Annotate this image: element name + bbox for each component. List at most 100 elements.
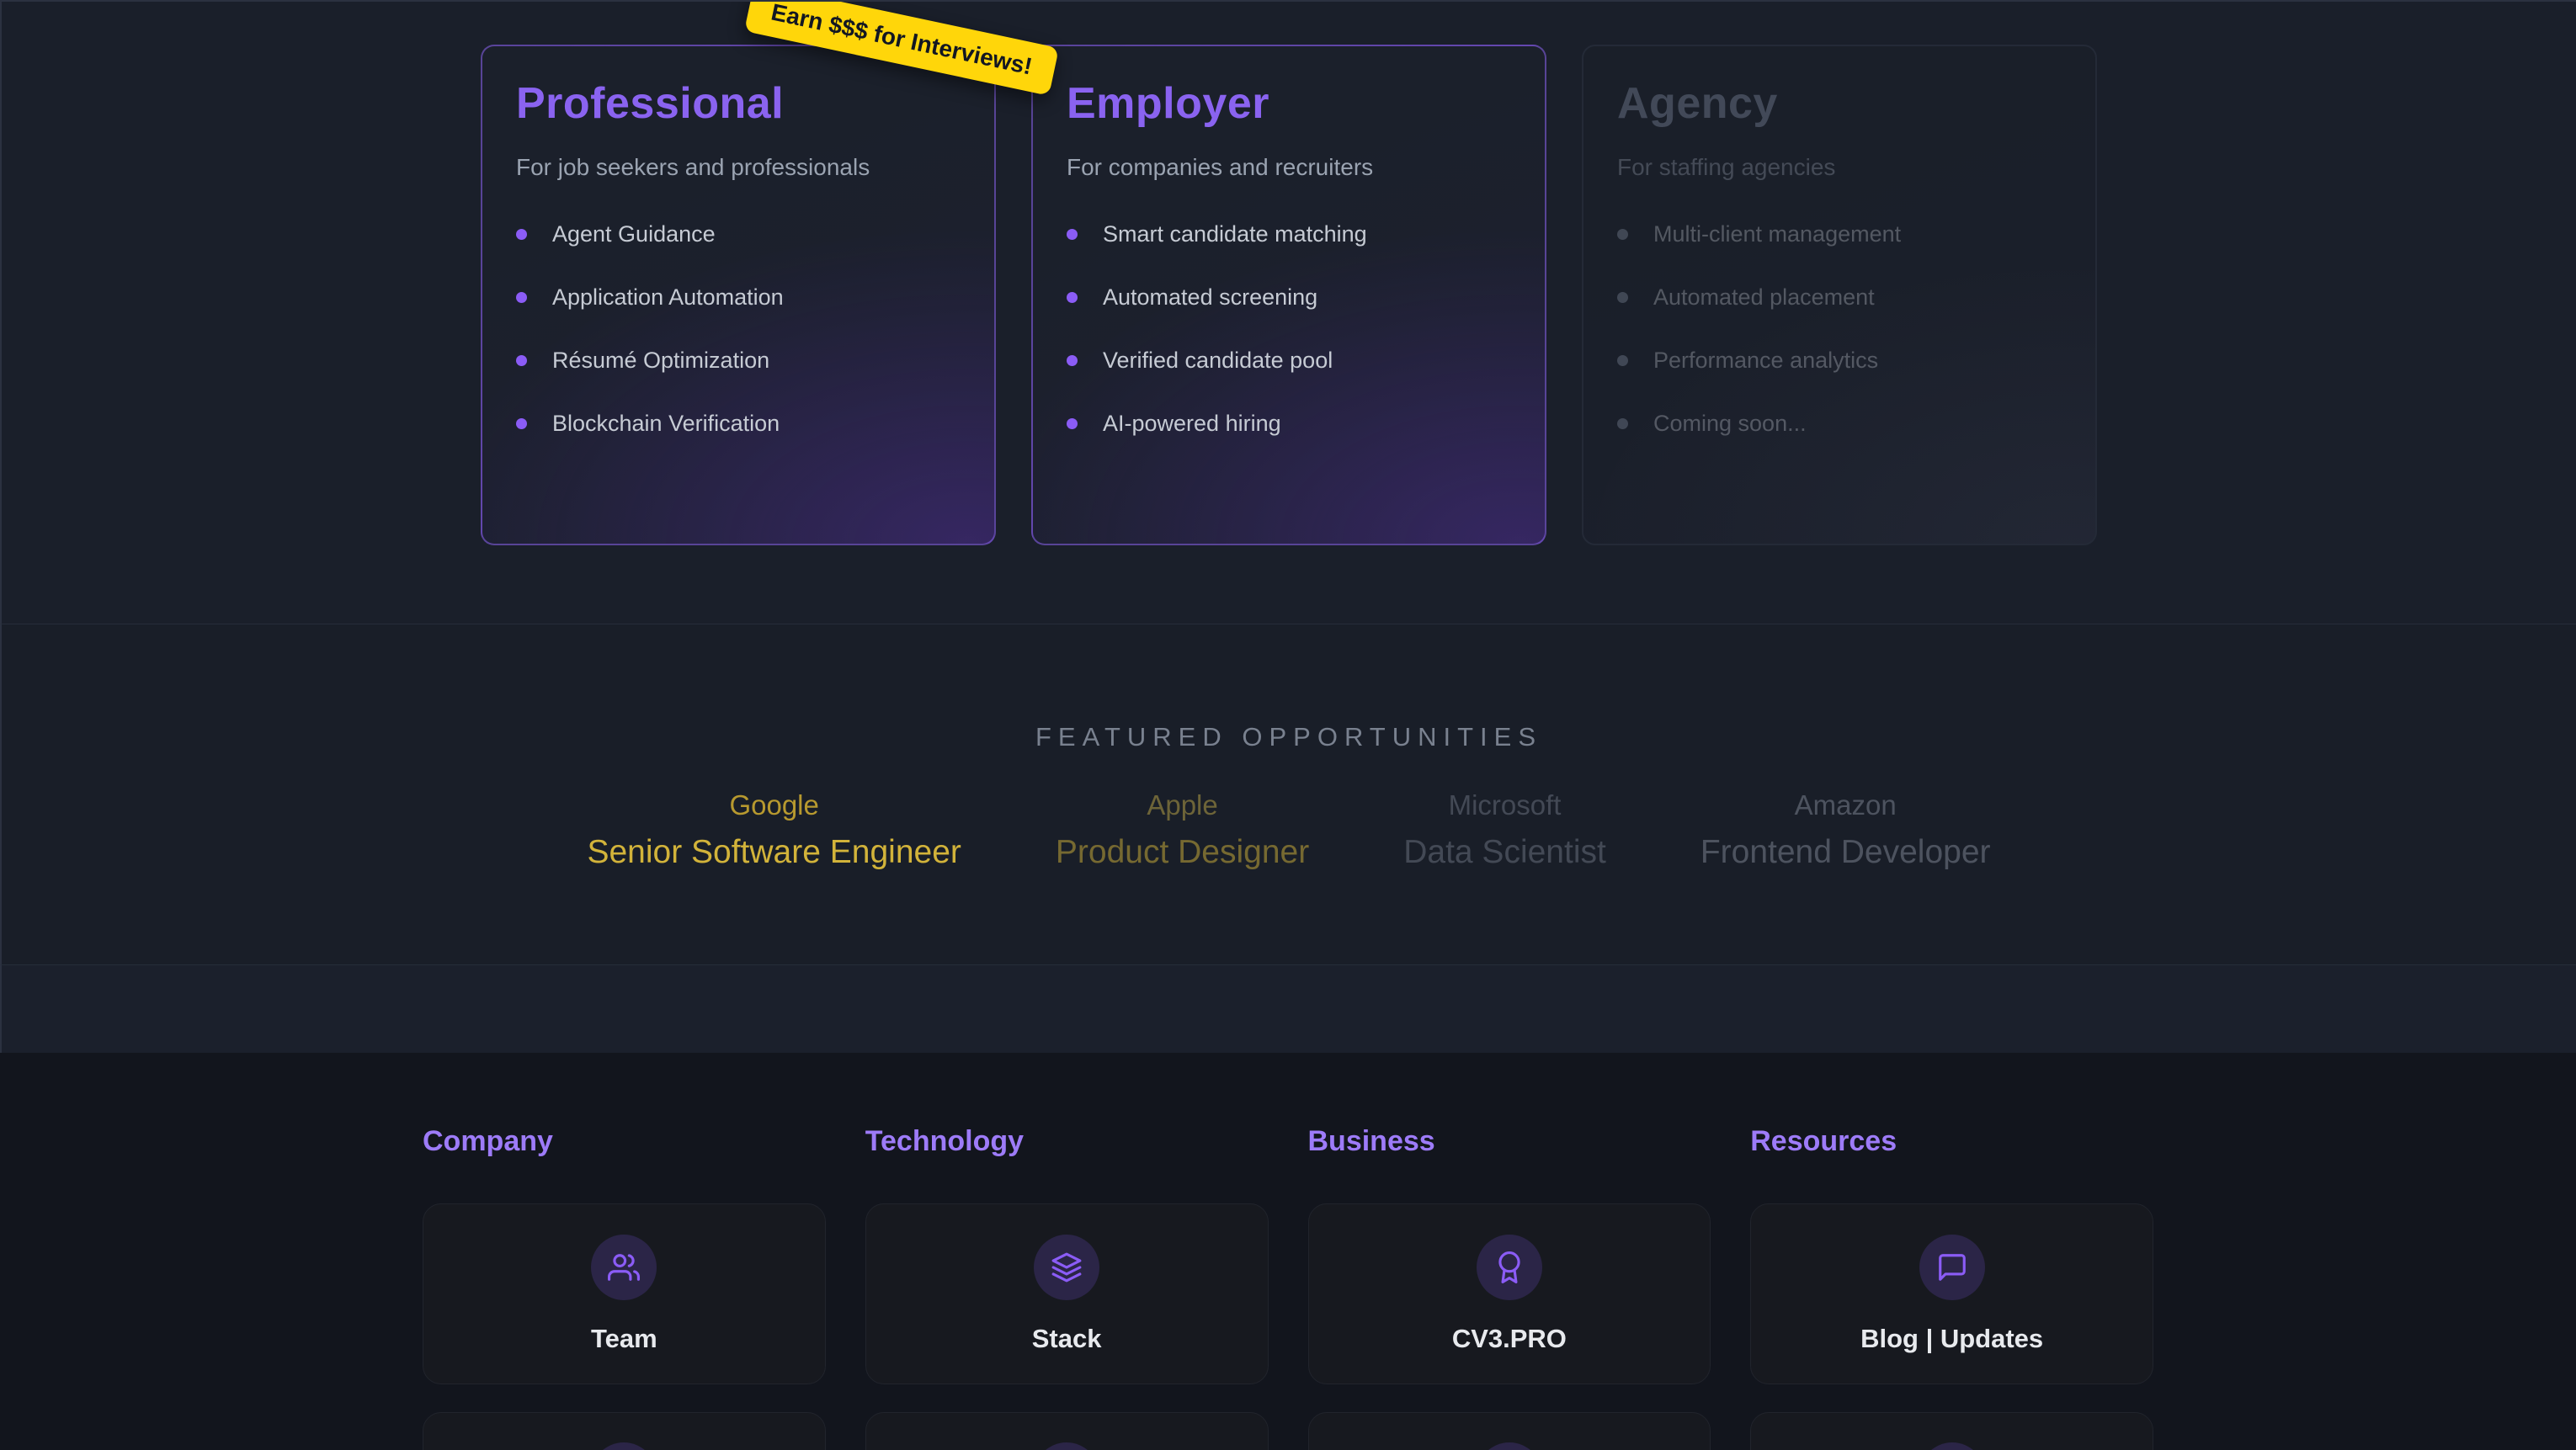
feature-label: Application Automation [552, 284, 784, 311]
bullet-dot-icon [1617, 229, 1628, 240]
job-company: Amazon [1700, 789, 1991, 821]
feature-label: Performance analytics [1653, 348, 1878, 374]
plan-title: Employer [1067, 78, 1511, 129]
plan-description: For job seekers and professionals [516, 154, 961, 181]
footer-column-heading: Technology [865, 1125, 1269, 1158]
feature-label: Verified candidate pool [1103, 348, 1333, 374]
job-company: Apple [1056, 789, 1309, 821]
bullet-dot-icon [1067, 229, 1078, 240]
feature-label: Multi-client management [1653, 221, 1901, 247]
icon-circle [1034, 1235, 1099, 1300]
plan-feature-list: Multi-client management Automated placem… [1617, 221, 2062, 437]
icon-circle [1034, 1442, 1099, 1450]
plan-card-employer[interactable]: Employer For companies and recruiters Sm… [1031, 45, 1546, 545]
icon-circle [1919, 1235, 1985, 1300]
footer-link-label: Blog | Updates [1860, 1324, 2043, 1354]
plan-card-content: Professional For job seekers and profess… [516, 78, 961, 512]
footer-link-partial[interactable] [1308, 1412, 1711, 1450]
job-title: Senior Software Engineer [587, 834, 961, 871]
feature-label: Blockchain Verification [552, 411, 780, 437]
featured-job-apple[interactable]: Apple Product Designer [1056, 789, 1309, 871]
footer-link-stack[interactable]: Stack [865, 1203, 1269, 1384]
bullet-dot-icon [1067, 355, 1078, 366]
feature-label: Automated placement [1653, 284, 1875, 311]
plan-title: Professional [516, 78, 961, 129]
job-title: Data Scientist [1403, 834, 1606, 871]
bullet-dot-icon [1617, 355, 1628, 366]
feature-item: Résumé Optimization [516, 348, 961, 374]
feature-item: Smart candidate matching [1067, 221, 1511, 247]
footer-column-heading: Business [1308, 1125, 1711, 1158]
footer-link-cv3pro[interactable]: CV3.PRO [1308, 1203, 1711, 1384]
icon-circle [591, 1235, 657, 1300]
featured-heading: FEATURED OPPORTUNITIES [2, 722, 2576, 752]
feature-item: Automated screening [1067, 284, 1511, 311]
bullet-dot-icon [1067, 292, 1078, 303]
footer-column-heading: Company [423, 1125, 826, 1158]
feature-label: Automated screening [1103, 284, 1317, 311]
bullet-dot-icon [516, 292, 527, 303]
footer-column-technology: Technology Stack [865, 1125, 1269, 1450]
feature-label: Smart candidate matching [1103, 221, 1367, 247]
plans-row: Professional For job seekers and profess… [2, 2, 2576, 545]
feature-label: Coming soon... [1653, 411, 1807, 437]
footer-link-team[interactable]: Team [423, 1203, 826, 1384]
feature-item: Agent Guidance [516, 221, 961, 247]
feature-item: Automated placement [1617, 284, 2062, 311]
icon-circle [1477, 1235, 1542, 1300]
feature-item: Coming soon... [1617, 411, 2062, 437]
feature-item: AI-powered hiring [1067, 411, 1511, 437]
message-square-icon [1936, 1251, 1968, 1283]
plan-card-agency: Agency For staffing agencies Multi-clien… [1582, 45, 2097, 545]
job-company: Microsoft [1403, 789, 1606, 821]
feature-item: Performance analytics [1617, 348, 2062, 374]
footer-link-label: CV3.PRO [1452, 1324, 1567, 1354]
page: Earn $$$ for Interviews! Professional Fo… [0, 0, 2576, 1450]
feature-label: Agent Guidance [552, 221, 716, 247]
section-spacer [0, 965, 2576, 1053]
footer-link-label: Stack [1032, 1324, 1102, 1354]
footer-link-label: Team [591, 1324, 657, 1354]
featured-opportunities-section: FEATURED OPPORTUNITIES Google Senior Sof… [0, 624, 2576, 965]
featured-job-amazon[interactable]: Amazon Frontend Developer [1700, 789, 1991, 871]
footer-column-company: Company Team [423, 1125, 826, 1450]
icon-circle [1919, 1442, 1985, 1450]
feature-item: Blockchain Verification [516, 411, 961, 437]
footer-link-partial[interactable] [1750, 1412, 2153, 1450]
footer-link-partial[interactable] [865, 1412, 1269, 1450]
feature-item: Multi-client management [1617, 221, 2062, 247]
layers-icon [1051, 1251, 1083, 1283]
footer-column-business: Business CV3.PRO [1308, 1125, 1711, 1450]
bullet-dot-icon [1617, 418, 1628, 429]
footer: Company Team Technology Stack [0, 1053, 2576, 1450]
featured-jobs-row: Google Senior Software Engineer Apple Pr… [2, 789, 2576, 871]
bullet-dot-icon [516, 418, 527, 429]
footer-link-blog-updates[interactable]: Blog | Updates [1750, 1203, 2153, 1384]
feature-label: AI-powered hiring [1103, 411, 1281, 437]
bullet-dot-icon [1067, 418, 1078, 429]
featured-job-microsoft[interactable]: Microsoft Data Scientist [1403, 789, 1606, 871]
footer-column-heading: Resources [1750, 1125, 2153, 1158]
job-title: Product Designer [1056, 834, 1309, 871]
plan-title: Agency [1617, 78, 2062, 129]
footer-link-partial[interactable] [423, 1412, 826, 1450]
plan-description: For companies and recruiters [1067, 154, 1511, 181]
bullet-dot-icon [516, 229, 527, 240]
footer-grid: Company Team Technology Stack [423, 1125, 2153, 1450]
feature-item: Application Automation [516, 284, 961, 311]
featured-job-google[interactable]: Google Senior Software Engineer [587, 789, 961, 871]
plan-feature-list: Smart candidate matching Automated scree… [1067, 221, 1511, 437]
plan-card-content: Agency For staffing agencies Multi-clien… [1617, 78, 2062, 512]
feature-label: Résumé Optimization [552, 348, 769, 374]
feature-item: Verified candidate pool [1067, 348, 1511, 374]
job-title: Frontend Developer [1700, 834, 1991, 871]
plan-card-professional[interactable]: Professional For job seekers and profess… [481, 45, 996, 545]
plan-description: For staffing agencies [1617, 154, 2062, 181]
bullet-dot-icon [1617, 292, 1628, 303]
plans-section: Earn $$$ for Interviews! Professional Fo… [0, 2, 2576, 624]
award-icon [1493, 1251, 1525, 1283]
footer-column-resources: Resources Blog | Updates [1750, 1125, 2153, 1450]
plan-feature-list: Agent Guidance Application Automation Ré… [516, 221, 961, 437]
users-icon [608, 1251, 640, 1283]
job-company: Google [587, 789, 961, 821]
